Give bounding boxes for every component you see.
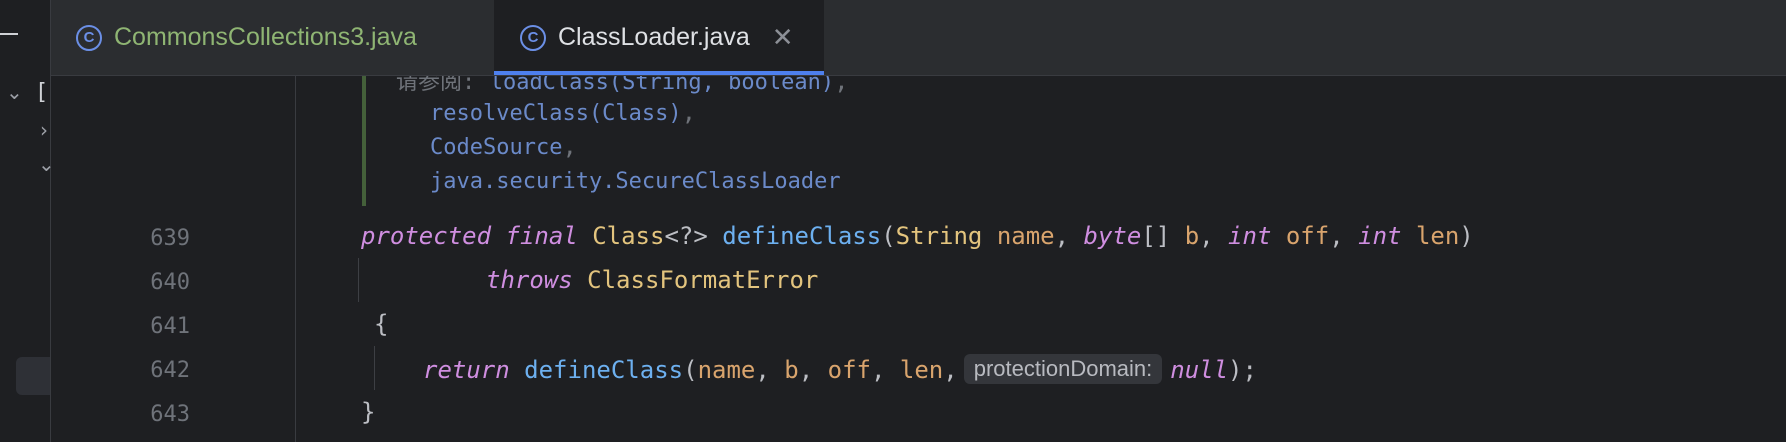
doc-link[interactable]: java.security.SecureClassLoader [430,169,841,194]
code-line-643: } [361,398,376,426]
doc-see-also-line: 请参阅: loadClass(String, boolean), [396,76,849,96]
line-number: 642 [150,358,190,383]
chevron-right-icon[interactable]: › [40,118,48,142]
code-line-641: { [374,310,389,338]
method-name[interactable]: defineClass [722,222,881,250]
rendered-doc-marker [362,76,366,206]
doc-ref-line: CodeSource, [430,132,577,160]
parameter-inlay-hint: protectionDomain: [963,354,1163,384]
tab-label: ClassLoader.java [558,23,750,51]
line-number: 640 [150,270,190,295]
doc-see-also-label: 请参阅: [396,76,476,95]
indent-guide [358,258,359,302]
java-class-icon: C [76,24,102,51]
tab-label: CommonsCollections3.java [114,23,417,51]
active-tab-indicator [494,71,824,75]
line-number: 639 [150,226,190,251]
doc-link[interactable]: CodeSource [430,135,562,160]
java-class-icon: C [520,24,546,51]
bracket-icon: [ [38,80,47,105]
project-tool-strip: ⌄ [ › ⌄ [0,0,55,442]
indent-guide [374,346,375,390]
line-number: 643 [150,402,190,427]
method-call[interactable]: defineClass [524,356,683,384]
doc-link[interactable]: loadClass(String, boolean) [490,76,834,95]
doc-link[interactable]: resolveClass(Class) [430,101,682,126]
tab-classloader[interactable]: C ClassLoader.java ✕ [494,0,824,75]
chevron-down-icon[interactable]: ⌄ [6,80,23,104]
code-line-642: return defineClass(name, b, off, len, pro… [423,354,1257,384]
close-icon[interactable]: ✕ [772,23,794,53]
code-line-639: protected final Class<?> defineClass(Str… [361,222,1474,250]
line-number: 641 [150,314,190,339]
selected-tree-item[interactable] [16,357,50,395]
doc-ref-line: java.security.SecureClassLoader [430,166,841,194]
line-number-gutter: 639 640 641 642 643 [51,76,296,442]
code-line-640: throws ClassFormatError [486,266,819,294]
minimize-icon[interactable] [0,33,18,35]
doc-ref-line: resolveClass(Class), [430,98,697,126]
tab-commonscollections3[interactable]: C CommonsCollections3.java [76,0,417,75]
editor-tab-bar: C CommonsCollections3.java C ClassLoader… [51,0,1786,76]
code-editor[interactable]: 请参阅: loadClass(String, boolean), resolve… [296,76,1786,442]
